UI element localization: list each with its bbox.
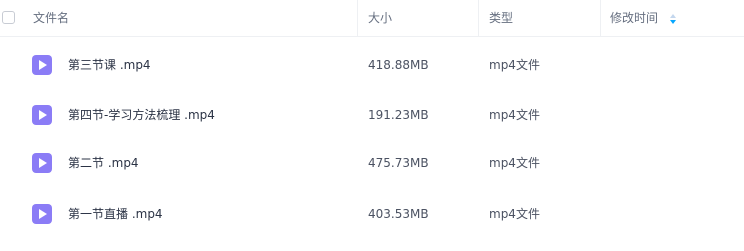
file-type: mp4文件 xyxy=(489,156,540,170)
column-header-size[interactable]: 大小 xyxy=(368,0,392,36)
select-all-checkbox[interactable] xyxy=(2,11,15,24)
file-name[interactable]: 第四节-学习方法梳理 .mp4 xyxy=(68,90,215,140)
file-type: mp4文件 xyxy=(489,108,540,122)
table-row[interactable]: 第一节直播 .mp4 403.53MB mp4文件 xyxy=(0,189,744,239)
column-divider xyxy=(357,0,358,36)
file-name[interactable]: 第一节直播 .mp4 xyxy=(68,189,163,239)
column-header-type[interactable]: 类型 xyxy=(489,0,513,36)
file-type: mp4文件 xyxy=(489,207,540,221)
table-row[interactable]: 第四节-学习方法梳理 .mp4 191.23MB mp4文件 xyxy=(0,90,744,140)
column-header-modified[interactable]: 修改时间 xyxy=(610,0,658,36)
file-name[interactable]: 第三节课 .mp4 xyxy=(68,40,151,90)
file-size: 475.73MB xyxy=(368,156,429,170)
table-header: 文件名 大小 类型 修改时间 xyxy=(0,0,744,37)
file-list-table: 文件名 大小 类型 修改时间 第三节课 .mp4 418.88MB mp4文件 … xyxy=(0,0,744,251)
file-size: 191.23MB xyxy=(368,108,429,122)
video-file-icon xyxy=(32,105,52,125)
table-row[interactable]: 第二节 .mp4 475.73MB mp4文件 xyxy=(0,138,744,188)
column-divider xyxy=(478,0,479,36)
column-divider xyxy=(600,0,601,36)
file-type: mp4文件 xyxy=(489,58,540,72)
video-file-icon xyxy=(32,204,52,224)
file-name[interactable]: 第二节 .mp4 xyxy=(68,138,139,188)
video-file-icon xyxy=(32,55,52,75)
sort-icon[interactable] xyxy=(669,13,677,25)
file-size: 403.53MB xyxy=(368,207,429,221)
video-file-icon xyxy=(32,153,52,173)
table-row[interactable]: 第三节课 .mp4 418.88MB mp4文件 xyxy=(0,40,744,90)
file-size: 418.88MB xyxy=(368,58,429,72)
column-header-name[interactable]: 文件名 xyxy=(33,0,69,36)
